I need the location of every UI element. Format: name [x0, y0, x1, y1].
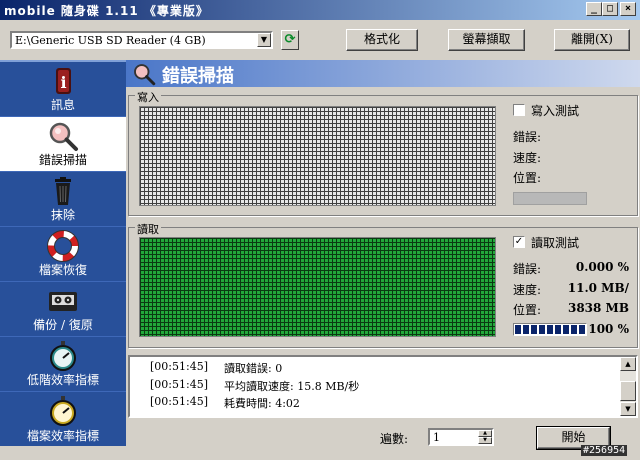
scroll-up-icon[interactable]: ▲: [620, 357, 636, 371]
log-message: 平均讀取速度: 15.8 MB/秒: [224, 380, 360, 393]
log-message: 耗費時間: 4:02: [224, 397, 300, 410]
spin-up-icon[interactable]: ▲: [478, 430, 492, 437]
log-time: [00:51:45]: [150, 360, 208, 373]
read-group-label: 讀取: [135, 221, 161, 237]
status-strip: [0, 446, 126, 460]
read-speed-label: 速度:: [513, 283, 542, 297]
screenshot-button[interactable]: 螢幕擷取: [448, 29, 525, 51]
stopwatch-icon: [50, 396, 76, 426]
read-progress-fill: [515, 325, 585, 334]
sidebar-item-label: 檔案恢復: [38, 263, 87, 277]
read-test-checkbox[interactable]: ✓: [513, 236, 525, 248]
sidebar-item-label: 備份 / 復原: [33, 318, 93, 332]
minimize-button[interactable]: _: [586, 2, 602, 16]
page-title: 錯誤掃描: [162, 66, 234, 87]
watermark: #256954: [581, 445, 628, 456]
trash-icon: [55, 177, 71, 205]
log-scrollbar[interactable]: ▲ ▼: [620, 357, 636, 416]
format-button[interactable]: 格式化: [346, 29, 418, 51]
refresh-icon[interactable]: ⟳: [281, 30, 299, 50]
panel-header: 錯誤掃描: [126, 60, 640, 87]
sidebar-item-label: 低階效率指標: [26, 373, 99, 387]
log-message: 讀取錯誤: 0: [224, 362, 283, 375]
log-time: [00:51:45]: [150, 395, 208, 408]
app-title: mobile 隨身碟: [4, 4, 100, 18]
sidebar-item-label: 抹除: [50, 208, 75, 222]
write-group-label: 寫入: [135, 89, 161, 105]
sidebar-item-error-scan[interactable]: 錯誤掃描: [0, 117, 126, 172]
device-dropdown-value: E:\Generic USB SD Reader (4 GB): [15, 34, 206, 47]
info-icon: i: [56, 68, 71, 94]
svg-text:i: i: [60, 73, 66, 92]
exit-button[interactable]: 離開(X): [554, 29, 630, 51]
read-group: 讀取 ✓ 讀取測試 錯誤: 0.000 % 速度: 11.0 MB/ 位置: 3…: [128, 221, 638, 348]
bottom-bar: 遍數: 1 ▲ ▼ 開始: [126, 420, 640, 460]
chevron-down-icon[interactable]: ▼: [257, 33, 271, 47]
lifebuoy-icon: [47, 230, 79, 262]
write-group: 寫入 寫入測試 錯誤: 速度: 位置:: [128, 89, 638, 216]
window-title: mobile 隨身碟 1.11 《專業版》: [4, 2, 209, 19]
read-block-map: [139, 237, 496, 337]
sidebar-item-file-recovery[interactable]: 檔案恢復: [0, 227, 126, 282]
title-bar: mobile 隨身碟 1.11 《專業版》 _ □ ×: [0, 0, 640, 20]
sidebar-item-file-benchmark[interactable]: 檔案效率指標: [0, 392, 126, 447]
sidebar-item-backup-restore[interactable]: 備份 / 復原: [0, 282, 126, 337]
app-version: 1.11 《專業版》: [105, 4, 209, 18]
stopwatch-icon: [50, 341, 76, 371]
sidebar-item-label: 錯誤掃描: [38, 153, 87, 167]
device-dropdown[interactable]: E:\Generic USB SD Reader (4 GB) ▼: [10, 31, 273, 49]
scroll-down-icon[interactable]: ▼: [620, 402, 636, 416]
sidebar-item-label: 訊息: [50, 98, 75, 112]
pass-count-value: 1: [433, 431, 440, 444]
write-error-label: 錯誤:: [513, 130, 542, 144]
toolbar: E:\Generic USB SD Reader (4 GB) ▼ ⟳ 格式化 …: [0, 20, 640, 60]
pass-count-label: 遍數:: [380, 432, 409, 446]
read-position-label: 位置:: [513, 303, 542, 317]
write-progress-bar: [513, 192, 587, 205]
tape-icon: [49, 292, 77, 311]
sidebar-item-erase[interactable]: 抹除: [0, 172, 126, 227]
maximize-button[interactable]: □: [602, 2, 618, 16]
read-speed-value: 11.0 MB/: [567, 281, 629, 295]
spin-down-icon[interactable]: ▼: [478, 437, 492, 444]
write-speed-label: 速度:: [513, 151, 542, 165]
magnifier-icon: [49, 122, 78, 151]
close-button[interactable]: ×: [620, 2, 636, 16]
read-error-label: 錯誤:: [513, 262, 542, 276]
sidebar-item-label: 檔案效率指標: [26, 429, 99, 443]
write-test-checkbox[interactable]: [513, 104, 525, 116]
read-error-value: 0.000 %: [575, 260, 629, 274]
write-position-label: 位置:: [513, 171, 542, 185]
read-test-label: 讀取測試: [531, 236, 580, 250]
sidebar-item-low-level-benchmark[interactable]: 低階效率指標: [0, 337, 126, 392]
log-time: [00:51:45]: [150, 378, 208, 391]
sidebar: i 訊息 錯誤掃描 抹除 檔案恢復 備份 / 復原 低階效率指標 檔案效率指標: [0, 60, 126, 446]
write-test-label: 寫入測試: [531, 104, 580, 118]
log-panel: [00:51:45] 讀取錯誤: 0 [00:51:45] 平均讀取速度: 15…: [128, 355, 638, 418]
write-block-map: [139, 106, 496, 206]
scroll-thumb[interactable]: [620, 381, 636, 401]
read-position-value: 3838 MB: [567, 301, 629, 315]
read-progress-bar: [513, 323, 587, 336]
pass-count-input[interactable]: 1 ▲ ▼: [428, 428, 494, 446]
sidebar-item-info[interactable]: i 訊息: [0, 62, 126, 117]
magnifier-icon: [134, 64, 156, 86]
read-progress-percent: 100 %: [588, 322, 629, 336]
